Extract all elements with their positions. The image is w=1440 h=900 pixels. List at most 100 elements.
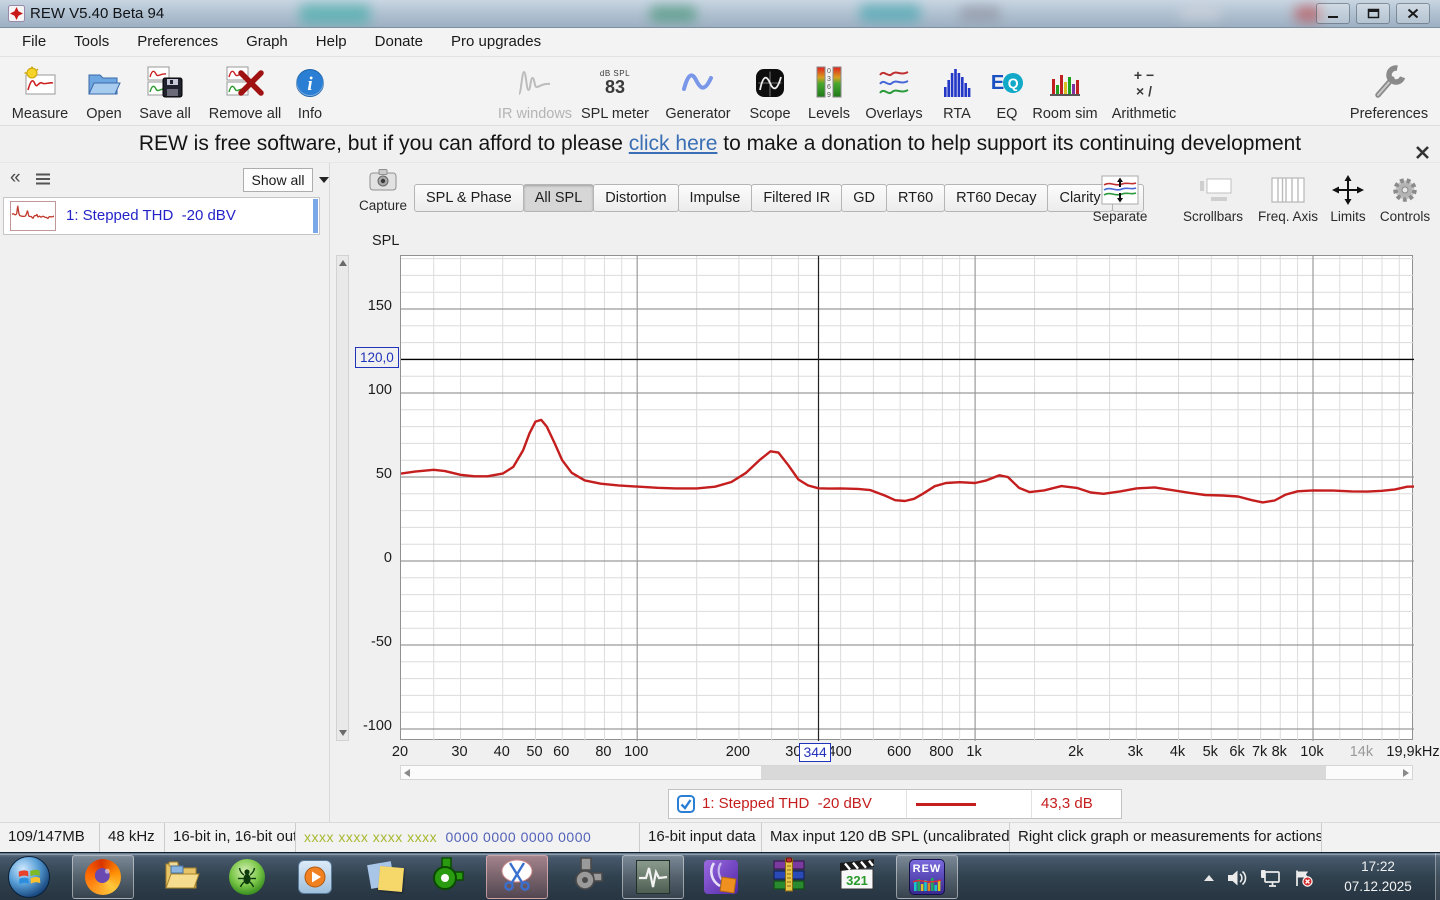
status-segment: 48 kHz (100, 823, 165, 853)
graph-tab-bar: SPL & Phase All SPL Distortion Impulse Filte… (414, 184, 1144, 212)
y-tick-label: 0 (383, 550, 392, 566)
volume-icon[interactable] (1226, 869, 1248, 892)
capture-button[interactable]: Capture (356, 166, 410, 224)
toolbar-label: IR windows (497, 106, 573, 122)
spl-meter-icon: dB SPL 83 (599, 69, 631, 97)
taskbar-item-snipping-tool[interactable] (486, 855, 548, 899)
taskbar-item-winrar[interactable] (758, 855, 820, 899)
minimize-button[interactable] (1316, 3, 1350, 24)
measurement-label: 1: Stepped THD -20 dBV (66, 207, 236, 224)
menu-item-help[interactable]: Help (302, 28, 361, 56)
taskbar-item-media-player-321[interactable]: 321 (826, 855, 888, 899)
rew-application-window: REW V5.40 Beta 94 File Tools Preferences Gr… (0, 0, 1440, 900)
tab-rt60[interactable]: RT60 (885, 184, 946, 212)
show-desktop-button[interactable] (1435, 853, 1440, 900)
tab-all-spl[interactable]: All SPL (522, 184, 595, 212)
legend-divider (1031, 790, 1032, 818)
taskbar-item-firefox[interactable] (72, 855, 134, 899)
horizontal-scrollbar[interactable] (400, 765, 1413, 780)
measurement-menu-icon[interactable] (34, 172, 52, 191)
taskbar-item-explorer[interactable] (150, 855, 212, 899)
maximize-button[interactable] (1356, 3, 1390, 24)
windows-taskbar: 321 REW 17:22 07.12.2025 (0, 852, 1440, 900)
trace-visibility-checkbox[interactable] (677, 795, 695, 818)
y-axis-zoom-strip[interactable] (336, 255, 349, 741)
folder-explorer-icon (162, 858, 200, 897)
svg-text:i: i (307, 74, 313, 95)
legend-cursor-value: 43,3 dB (1041, 795, 1093, 812)
menu-item-graph[interactable]: Graph (232, 28, 302, 56)
toolbar-label: Save all (139, 106, 191, 122)
toolbar-label: Info (297, 106, 323, 122)
tab-rt60-decay[interactable]: RT60 Decay (944, 184, 1049, 212)
menu-item-donate[interactable]: Donate (361, 28, 437, 56)
scroll-left-icon[interactable] (404, 769, 410, 777)
taskbar-item-ultraedit[interactable] (690, 855, 752, 899)
status-bit-pattern: xxxx xxxx xxxx xxxx 0000 0000 0000 0000 (296, 823, 640, 853)
graph-legend: 1: Stepped THD -20 dBV 43,3 dB (668, 789, 1122, 819)
tab-spl-phase[interactable]: SPL & Phase (414, 184, 524, 212)
spl-meter-button[interactable]: dB SPL 83 SPL meter (567, 59, 663, 123)
taskbar-item-gray-tool[interactable] (556, 855, 618, 899)
graph-button-label: Separate (1092, 209, 1148, 224)
svg-text:9: 9 (827, 92, 831, 99)
scrollbar-thumb[interactable] (761, 766, 1326, 779)
arithmetic-button[interactable]: + − × / Arithmetic (1096, 59, 1192, 123)
x-tick-label: 100 (624, 744, 649, 760)
separate-button[interactable]: Separate (1078, 166, 1162, 224)
scroll-up-icon[interactable] (339, 260, 347, 266)
collapse-panel-icon[interactable]: « (10, 167, 21, 189)
preferences-button[interactable]: Preferences (1341, 59, 1437, 123)
info-button[interactable]: i Info (262, 59, 358, 123)
clock-time: 17:22 (1361, 859, 1395, 874)
close-button[interactable] (1396, 3, 1430, 24)
menu-item-file[interactable]: File (8, 28, 60, 56)
tab-gd[interactable]: GD (841, 184, 887, 212)
taskbar-item-rew[interactable]: REW (896, 855, 958, 899)
controls-button[interactable]: Controls (1363, 166, 1440, 224)
network-icon[interactable] (1260, 869, 1282, 892)
taskbar-item-waveform-app[interactable] (622, 855, 684, 899)
clock[interactable]: 17:22 07.12.2025 (1322, 857, 1434, 897)
toolbar: Measure Open Save all Remove all i Info IR win… (0, 57, 1440, 126)
status-segment: 16-bit input data (640, 823, 762, 853)
start-button[interactable] (8, 856, 50, 898)
sticky-notes-icon (357, 855, 405, 899)
taskbar-item-media-player[interactable] (284, 855, 346, 899)
tab-distortion[interactable]: Distortion (593, 184, 679, 212)
arithmetic-icon: + − × / (1133, 67, 1155, 99)
show-hidden-icons-icon[interactable] (1204, 875, 1214, 881)
scroll-right-icon[interactable] (1403, 769, 1409, 777)
menu-item-tools[interactable]: Tools (60, 28, 123, 56)
controls-gear-icon (1388, 171, 1422, 209)
measurement-item[interactable]: 1: Stepped THD -20 dBV (3, 197, 320, 235)
x-tick-label: 1k (966, 744, 982, 760)
menu-bar: File Tools Preferences Graph Help Donate Pro u… (0, 28, 1440, 57)
show-all-dropdown[interactable]: Show all (243, 168, 313, 192)
taskbar-item-spider[interactable] (216, 855, 278, 899)
frequency-cursor-value: 344 (799, 743, 831, 762)
taskbar-item-sticky-notes[interactable] (350, 855, 412, 899)
separate-icon (1100, 171, 1140, 209)
donation-link[interactable]: click here (629, 132, 718, 155)
taskbar-item-green-valve[interactable] (416, 855, 478, 899)
svg-text:321: 321 (846, 873, 868, 888)
scrollbars-icon (1192, 171, 1234, 209)
svg-text:0: 0 (827, 68, 831, 75)
chevron-down-icon[interactable] (319, 177, 329, 183)
action-center-flag-icon[interactable] (1294, 869, 1314, 892)
y-tick-label: -100 (362, 718, 392, 734)
limits-icon (1329, 171, 1367, 209)
menu-item-pro-upgrades[interactable]: Pro upgrades (437, 28, 555, 56)
tab-filtered-ir[interactable]: Filtered IR (751, 184, 843, 212)
info-icon: i (294, 61, 326, 105)
tab-impulse[interactable]: Impulse (677, 184, 753, 212)
ir-windows-icon (515, 61, 555, 105)
status-segment: 109/147MB (0, 823, 100, 853)
menu-item-preferences[interactable]: Preferences (123, 28, 232, 56)
scrollbars-button[interactable]: Scrollbars (1171, 166, 1255, 224)
svg-text:3: 3 (827, 76, 831, 83)
measure-icon (21, 61, 59, 105)
spl-graph-plot-area[interactable] (400, 255, 1415, 741)
gray-tool-icon (570, 856, 604, 899)
